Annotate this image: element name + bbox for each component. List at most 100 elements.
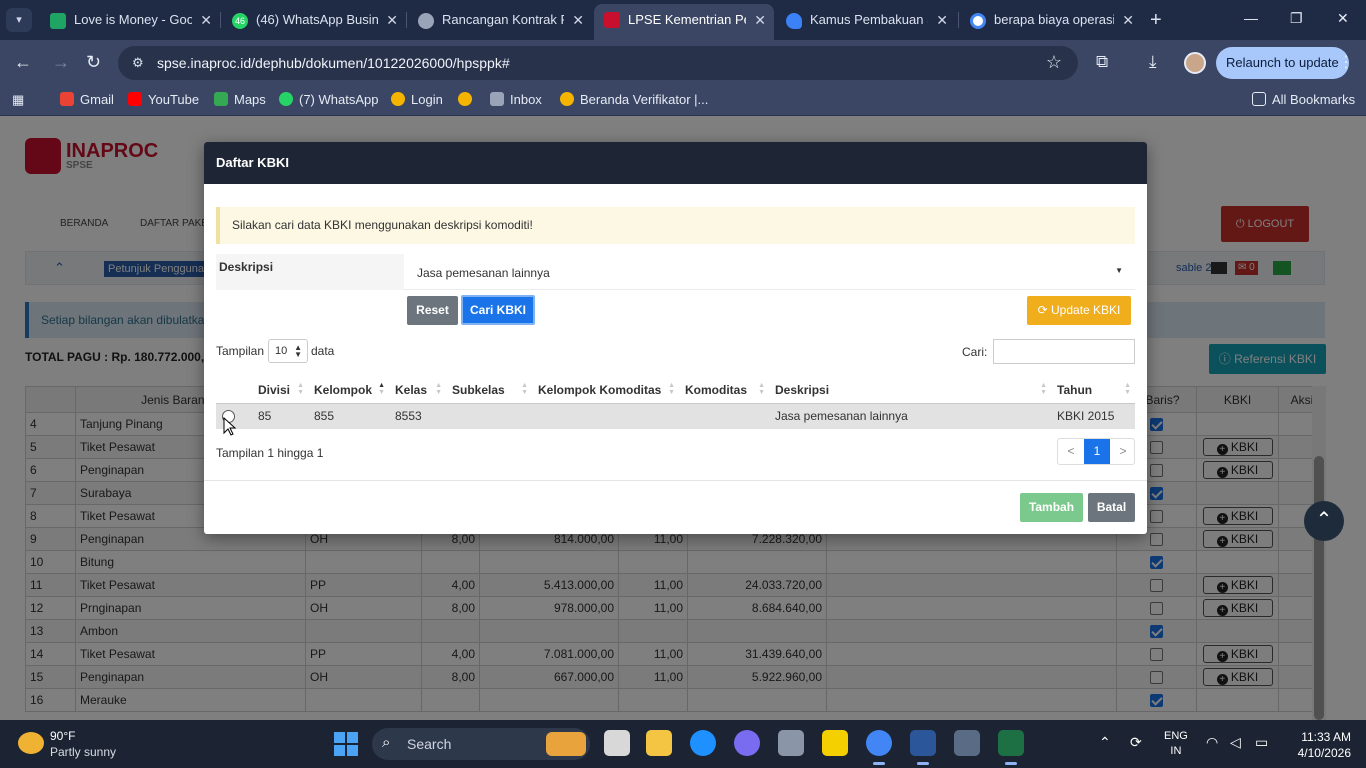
calculator-icon[interactable] [954, 730, 980, 756]
folder-icon[interactable] [646, 730, 672, 756]
bookmark-whatsapp[interactable]: (7) WhatsApp [279, 92, 378, 107]
bookmark-pinwheel[interactable] [458, 92, 478, 107]
bookmark-beranda-verifikator[interactable]: Beranda Verifikator |... [560, 92, 708, 107]
whatsapp-icon [279, 92, 293, 106]
tab-rancangan-kontrak[interactable]: Rancangan Kontrak P ✕ [408, 6, 592, 34]
bookmarks-bar: ▦ Gmail YouTube Maps (7) WhatsApp Login … [0, 86, 1366, 116]
bookmark-maps[interactable]: Maps [214, 92, 266, 107]
weather-sun-icon[interactable] [18, 732, 44, 754]
reload-icon[interactable]: ↻ [86, 52, 101, 72]
file-explorer-dark-icon[interactable] [604, 730, 630, 756]
back-icon[interactable]: ← [14, 52, 32, 72]
page-length-select[interactable]: 10 ▲ ▼ [268, 339, 308, 363]
tab-title: LPSE Kementrian Perl [628, 12, 746, 27]
language-indicator[interactable]: ENG IN [1164, 729, 1188, 759]
wifi-icon[interactable]: ◠ [1206, 734, 1218, 751]
cell-komoditas [679, 403, 769, 429]
close-tab-icon[interactable]: ✕ [200, 6, 212, 34]
tab-lpse-active[interactable]: LPSE Kementrian Perl ✕ [594, 4, 774, 40]
cari-kbki-button[interactable]: Cari KBKI [461, 295, 535, 325]
table-row[interactable]: 85 855 8553 Jasa pemesanan lainnya KBKI … [216, 403, 1135, 429]
close-tab-icon[interactable]: ✕ [1122, 6, 1134, 34]
col-kelompok-komoditas[interactable]: Kelompok Komoditas ▲ ▼ [532, 377, 679, 404]
clock[interactable]: 11:33 AM 4/10/2026 [1293, 729, 1351, 761]
tray-chevron-icon[interactable]: ⌃ [1099, 734, 1111, 751]
word-icon[interactable] [910, 730, 936, 765]
tab-kamus-pembakuan[interactable]: Kamus Pembakuan Si ✕ [776, 6, 956, 34]
address-bar[interactable]: ⚙ spse.inaproc.id/dephub/dokumen/1012202… [118, 46, 1078, 80]
col-tahun[interactable]: Tahun ▲ ▼ [1051, 377, 1135, 404]
excel-icon[interactable] [998, 730, 1024, 765]
tambah-button[interactable]: Tambah [1020, 493, 1083, 522]
minimize-icon[interactable]: — [1244, 10, 1258, 26]
col-select [216, 377, 252, 404]
battery-icon[interactable]: ▭ [1255, 734, 1268, 751]
tab-love-is-money[interactable]: Love is Money - Goog ✕ [40, 6, 220, 34]
lpse-favicon-icon [604, 12, 620, 28]
col-kelompok[interactable]: Kelompok ▲ ▼ [308, 377, 389, 404]
modal-header: Daftar KBKI [204, 142, 1147, 184]
tab-strip: ▾ Love is Money - Goog ✕ 46 (46) WhatsAp… [0, 0, 1366, 40]
col-deskripsi[interactable]: Deskripsi ▲ ▼ [769, 377, 1051, 404]
bookmark-gmail[interactable]: Gmail [60, 92, 114, 107]
col-komoditas[interactable]: Komoditas ▲ ▼ [679, 377, 769, 404]
update-kbki-button[interactable]: ⟳ Update KBKI [1027, 296, 1131, 325]
deskripsi-select[interactable]: Jasa pemesanan lainnya ▼ [404, 254, 1135, 290]
col-subkelas[interactable]: Subkelas ▲ ▼ [446, 377, 532, 404]
sync-icon[interactable]: ⟳ [1130, 734, 1142, 751]
menu-icon[interactable]: ⋮ [1338, 52, 1354, 72]
copilot-icon[interactable] [734, 730, 760, 756]
pager-page-1[interactable]: 1 [1084, 439, 1110, 464]
bookmark-login[interactable]: Login [391, 92, 443, 107]
volume-icon[interactable]: ◁ [1230, 734, 1241, 751]
pager-prev[interactable]: < [1058, 439, 1084, 464]
chrome-icon[interactable] [866, 730, 892, 765]
col-divisi[interactable]: Divisi ▲ ▼ [252, 377, 308, 404]
col-label: Kelas [395, 382, 428, 397]
tab-google-search[interactable]: berapa biaya operasi ✕ [960, 6, 1142, 34]
camera-icon[interactable] [778, 730, 804, 756]
bookmark-inbox[interactable]: Inbox [490, 92, 542, 107]
bookmark-youtube[interactable]: YouTube [128, 92, 199, 107]
close-tab-icon[interactable]: ✕ [386, 6, 398, 34]
apps-icon[interactable]: ▦ [12, 92, 24, 108]
forward-icon[interactable]: → [52, 52, 70, 72]
reset-button[interactable]: Reset [407, 296, 458, 325]
new-tab-button[interactable]: + [1150, 8, 1162, 32]
tab-title: Kamus Pembakuan Si [810, 12, 928, 27]
cari-input[interactable] [993, 339, 1135, 364]
edge-icon[interactable] [690, 730, 716, 756]
lang-region: IN [1170, 745, 1182, 757]
bookmark-label: Beranda Verifikator |... [580, 92, 709, 107]
deskripsi-select-value: Jasa pemesanan lainnya [417, 266, 550, 280]
close-tab-icon[interactable]: ✕ [754, 4, 766, 36]
tab-title: (46) WhatsApp Busine [256, 12, 378, 27]
cell-divisi: 85 [252, 403, 308, 429]
scroll-to-top-icon[interactable]: ⌃ [1304, 501, 1344, 541]
weather-temp[interactable]: 90°F [50, 729, 75, 743]
col-kelas[interactable]: Kelas ▲ ▼ [389, 377, 446, 404]
batal-button[interactable]: Batal [1088, 493, 1135, 522]
search-highlight-icon [546, 732, 586, 756]
site-info-icon[interactable]: ⚙ [132, 55, 148, 71]
sort-icon: ▲ ▼ [1124, 382, 1131, 396]
profile-avatar[interactable] [1184, 52, 1206, 74]
cell-kelompok: 855 [308, 403, 389, 429]
close-tab-icon[interactable]: ✕ [936, 6, 948, 34]
bookmark-star-icon[interactable]: ☆ [1046, 52, 1062, 73]
tab-whatsapp-business[interactable]: 46 (46) WhatsApp Busine ✕ [222, 6, 406, 34]
tab-title: Love is Money - Goog [74, 12, 192, 27]
extensions-icon[interactable]: ⧉ [1096, 52, 1108, 72]
taskbar-search[interactable]: ⌕ Search [372, 728, 590, 760]
pager-next[interactable]: > [1110, 439, 1136, 464]
close-window-icon[interactable]: ✕ [1337, 10, 1349, 27]
relaunch-button[interactable]: Relaunch to update [1216, 47, 1349, 79]
tab-search-button[interactable]: ▾ [6, 8, 32, 32]
all-bookmarks[interactable]: All Bookmarks [1252, 92, 1355, 107]
sticky-notes-icon[interactable] [822, 730, 848, 756]
start-windows-icon[interactable] [334, 732, 358, 756]
restore-icon[interactable]: ❐ [1290, 10, 1303, 27]
weather-desc[interactable]: Partly sunny [50, 745, 116, 759]
download-icon[interactable]: ⤓ [1149, 52, 1157, 72]
close-tab-icon[interactable]: ✕ [572, 6, 584, 34]
